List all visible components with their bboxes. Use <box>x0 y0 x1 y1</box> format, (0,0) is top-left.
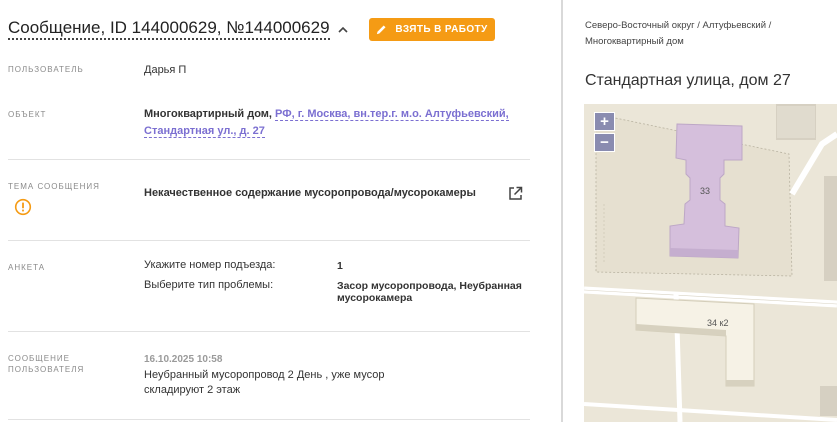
object-label: ОБЪЕКТ <box>8 110 47 119</box>
message-label-line1: СООБЩЕНИЕ <box>8 354 70 363</box>
warning-icon <box>14 198 32 216</box>
take-to-work-button[interactable]: ВЗЯТЬ В РАБОТУ <box>369 18 495 41</box>
survey-answer: Засор мусоропровода, Неубранная мусорока… <box>337 280 522 304</box>
map[interactable]: + − 33 34 к2 <box>584 104 837 422</box>
message-date: 16.10.2025 10:58 <box>144 354 223 365</box>
page-title[interactable]: Сообщение, ID 144000629, №144000629 <box>8 18 330 40</box>
message-panel: Сообщение, ID 144000629, №144000629 ВЗЯТ… <box>0 0 556 422</box>
divider <box>8 419 530 420</box>
divider <box>8 159 530 160</box>
divider <box>8 240 530 241</box>
panel-divider[interactable] <box>561 0 563 422</box>
object-address-link[interactable]: РФ, г. Москва, вн.тер.г. м.о. Алтуфьевск… <box>275 108 509 121</box>
topic-label: ТЕМА СООБЩЕНИЯ <box>8 182 100 191</box>
divider <box>8 331 530 332</box>
message-label: СООБЩЕНИЕ ПОЛЬЗОВАТЕЛЯ <box>8 353 84 375</box>
user-value: Дарья П <box>144 64 187 76</box>
chevron-up-icon[interactable] <box>336 23 350 37</box>
object-value: Многоквартирный дом, РФ, г. Москва, вн.т… <box>144 106 514 140</box>
location-panel: Северо-Восточный округ / Алтуфьевский / … <box>566 0 837 422</box>
address-title: Стандартная улица, дом 27 <box>585 72 791 89</box>
pencil-icon <box>377 25 386 35</box>
object-type: Многоквартирный дом, <box>144 108 272 120</box>
object-address-link-2[interactable]: Стандартная ул., д. 27 <box>144 125 265 138</box>
survey-question: Выберите тип проблемы: <box>144 279 274 291</box>
user-label: ПОЛЬЗОВАТЕЛЬ <box>8 65 84 74</box>
topic-value: Некачественное содержание мусоропровода/… <box>144 187 476 199</box>
building-label-main: 33 <box>700 186 711 196</box>
survey-question: Укажите номер подъезда: <box>144 259 276 271</box>
breadcrumb: Северо-Восточный округ / Алтуфьевский / … <box>585 20 772 47</box>
zoom-in-button[interactable]: + <box>594 112 615 131</box>
survey-label: АНКЕТА <box>8 263 46 272</box>
message-text: Неубранный мусоропровод 2 День , уже мус… <box>144 369 385 396</box>
external-link-icon[interactable] <box>508 186 523 201</box>
title-row: Сообщение, ID 144000629, №144000629 <box>8 18 350 40</box>
zoom-out-button[interactable]: − <box>594 133 615 152</box>
message-label-line2: ПОЛЬЗОВАТЕЛЯ <box>8 365 85 374</box>
survey-answer: 1 <box>337 260 343 272</box>
map-canvas <box>584 104 837 422</box>
building-label-other: 34 к2 <box>707 318 729 328</box>
take-to-work-label: ВЗЯТЬ В РАБОТУ <box>395 24 488 35</box>
